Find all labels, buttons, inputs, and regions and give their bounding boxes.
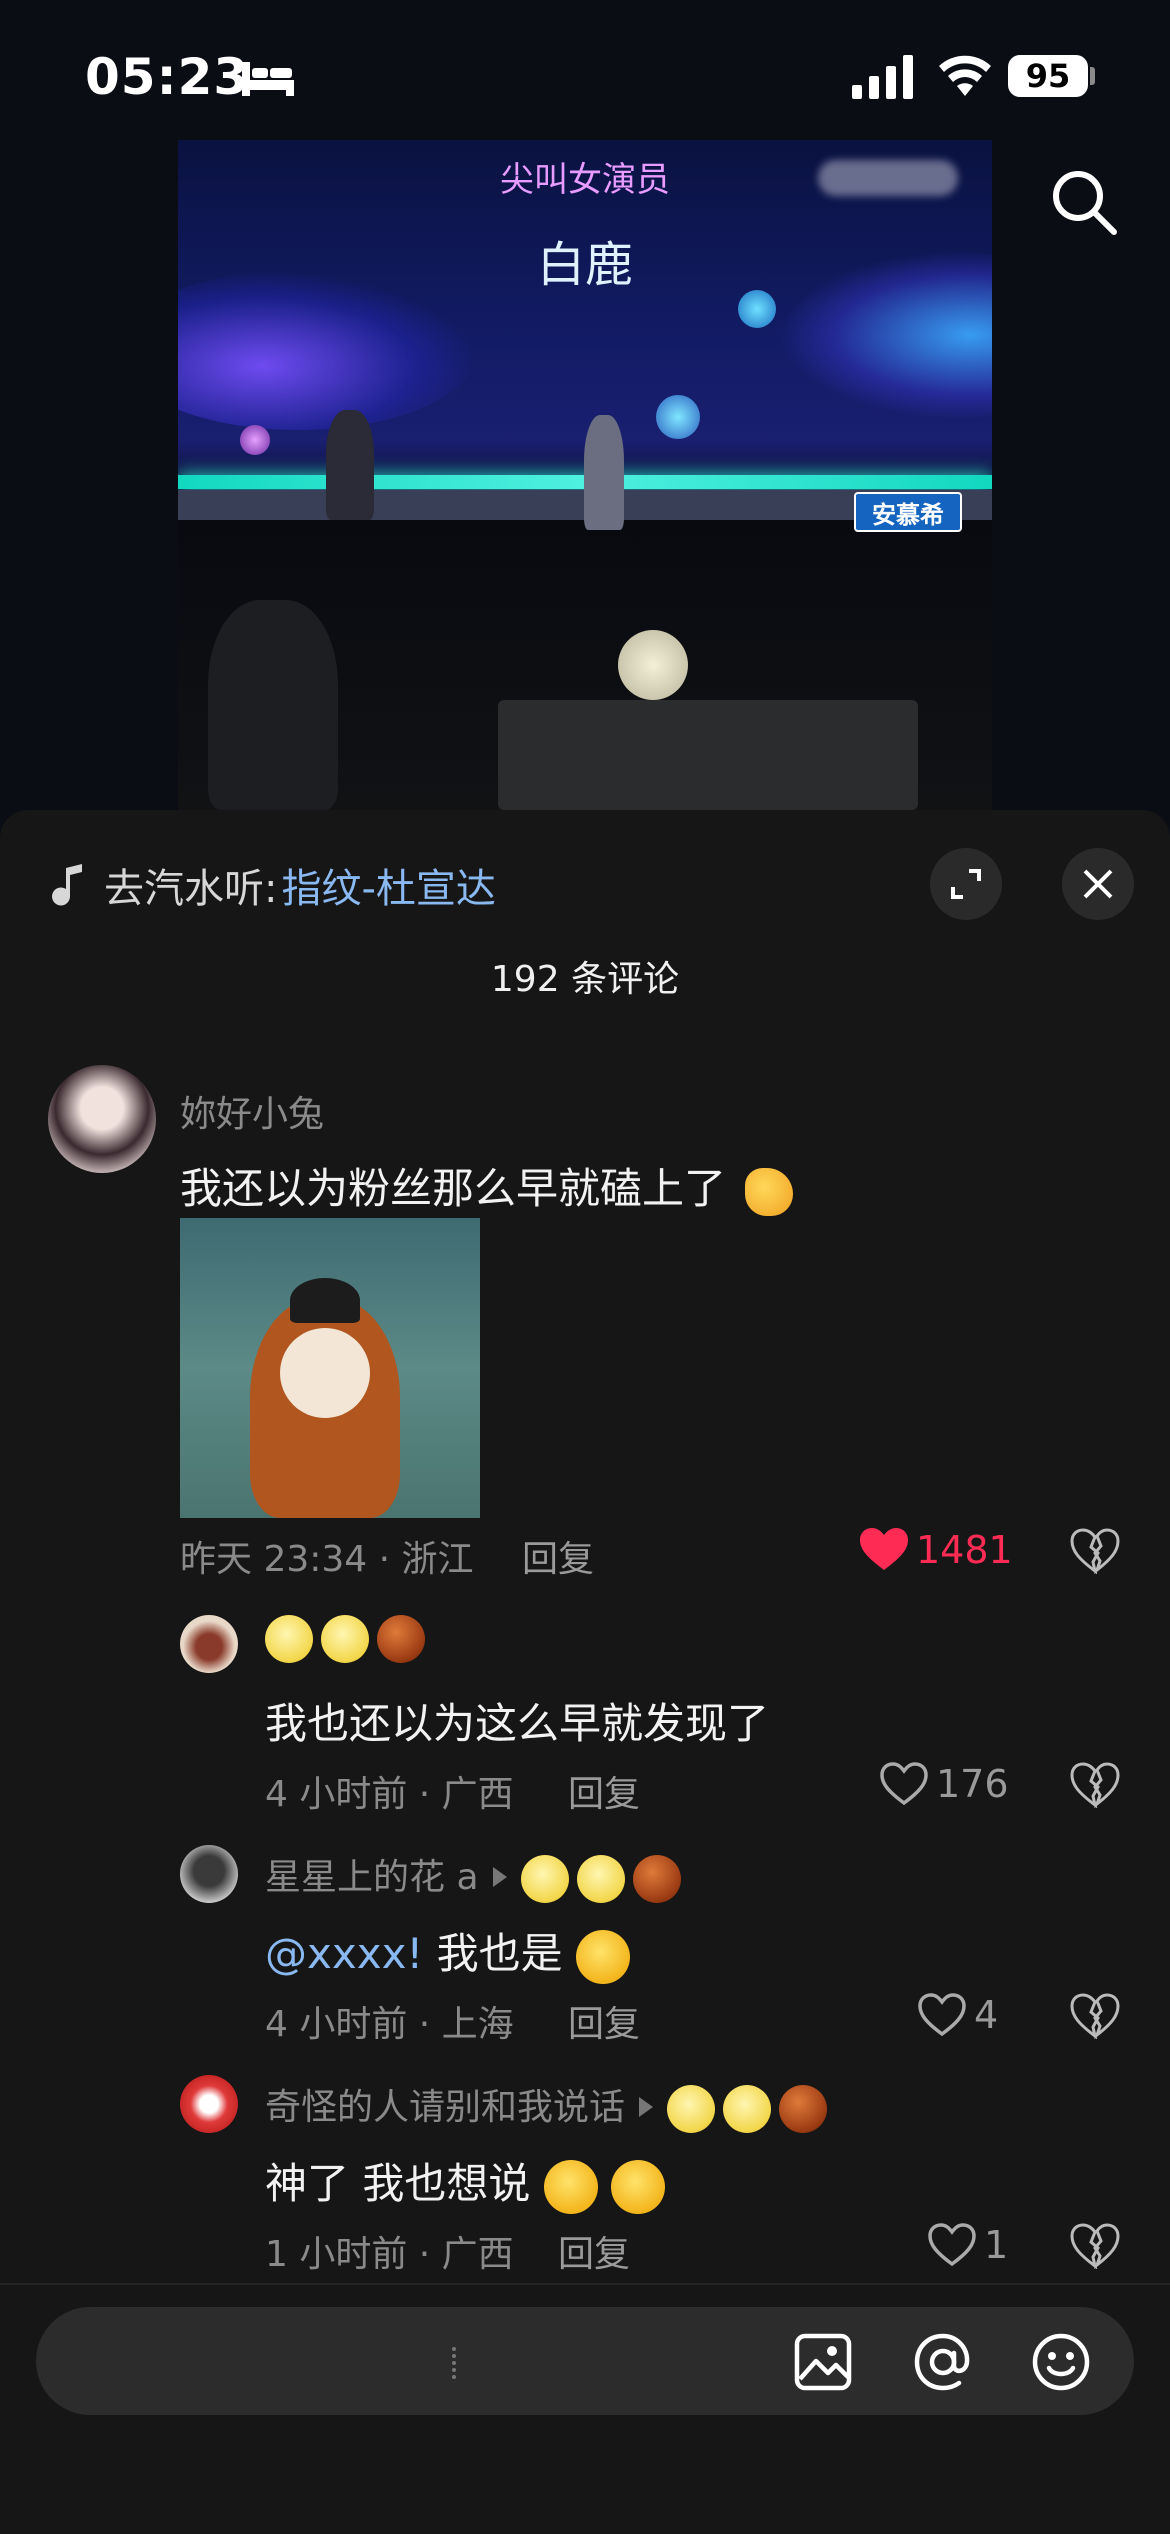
video-audience (208, 600, 338, 810)
reply-button[interactable]: 回复 (522, 1530, 594, 1582)
bed-icon (242, 62, 294, 96)
status-time: 05:23 (85, 48, 250, 106)
comment-text: 神了 我也想说 (265, 2150, 666, 2214)
close-button[interactable] (1062, 848, 1134, 920)
video-subtitle-top: 尖叫女演员 (500, 160, 670, 200)
video-player[interactable]: 尖叫女演员 白鹿 安慕希 (178, 140, 992, 810)
expand-icon (951, 869, 981, 899)
signal-icon (852, 55, 913, 99)
music-song-link[interactable]: 指纹-杜宣达 (281, 856, 495, 914)
battery-indicator: 95 (1008, 55, 1088, 97)
music-note-icon (52, 864, 82, 906)
play-arrow-icon (492, 1867, 507, 1887)
comment-sticker-image[interactable] (180, 1218, 480, 1518)
like-button[interactable]: 1 (928, 2223, 1008, 2267)
like-count: 176 (936, 1762, 1009, 1806)
sticker-bear-face (280, 1328, 370, 1418)
comment-username[interactable]: 妳好小兔 (180, 1085, 324, 1137)
avatar[interactable] (180, 2075, 238, 2133)
expand-button[interactable] (930, 848, 1002, 920)
video-subtitle-name: 白鹿 (536, 237, 633, 293)
mention-link[interactable]: @xxxx! (265, 1929, 423, 1978)
comment-sheet: 去汽水听: 指纹-杜宣达 192 条评论 妳好小兔 我还以为粉丝那么早就磕上了 … (0, 810, 1170, 2532)
comment-text-body: 我也是 (436, 1929, 563, 1978)
search-icon[interactable] (1050, 168, 1120, 238)
comment-meta: 1 小时前 · 广西 (265, 2234, 514, 2275)
moon-face-icon (321, 1615, 369, 1663)
like-button[interactable]: 176 (880, 1762, 1009, 1806)
video-performer (326, 410, 374, 520)
comment-text: 我也还以为这么早就发现了 (265, 1699, 770, 1748)
broken-heart-icon[interactable] (1070, 2223, 1120, 2269)
reply-emoji-row (265, 1615, 433, 1663)
laughing-crying-icon (611, 2159, 666, 2214)
pointing-hand-icon (745, 1167, 794, 1216)
video-performer (584, 415, 624, 530)
comment-meta: 昨天 23:34 · 浙江 (180, 1539, 474, 1580)
avatar[interactable] (48, 1065, 156, 1173)
emoji-icon[interactable] (1032, 2333, 1090, 2391)
comment-text-body: 神了 我也想说 (265, 2159, 531, 2208)
like-count: 1 (984, 2223, 1009, 2267)
comment-count: 192 条评论 (490, 959, 680, 1000)
reply-button[interactable]: 回复 (558, 2225, 630, 2277)
comment-username[interactable]: 奇怪的人请别和我说话 (265, 2087, 625, 2128)
input-cursor (452, 2347, 460, 2379)
video-flowers (618, 630, 688, 700)
like-count: 4 (974, 1993, 999, 2037)
video-table (498, 700, 918, 810)
heart-icon (928, 2223, 976, 2267)
status-bar: 05:23 95 (0, 0, 1170, 150)
video-logo-badge: 安慕希 (854, 492, 962, 532)
like-button[interactable]: 1481 (860, 1528, 1013, 1572)
comment-meta: 4 小时前 · 广西 (265, 1774, 514, 1815)
comment-input-pill[interactable] (36, 2307, 1134, 2415)
reply-button[interactable]: 回复 (568, 1765, 640, 1817)
video-planet (656, 395, 700, 439)
heart-icon (918, 1993, 966, 2037)
moon-face-icon (265, 1615, 313, 1663)
avatar[interactable] (180, 1845, 238, 1903)
chestnut-icon (779, 2085, 828, 2133)
comment-username-row: 星星上的花 a (265, 1848, 689, 1903)
play-arrow-icon (639, 2097, 654, 2117)
sticker-bear-hat (290, 1278, 360, 1323)
battery-tip (1090, 67, 1095, 85)
moon-face-icon (723, 2085, 772, 2133)
video-planet (240, 425, 270, 455)
like-button[interactable]: 4 (918, 1993, 998, 2037)
comment-username[interactable]: 星星上的花 a (265, 1857, 479, 1898)
comment-meta: 4 小时前 · 上海 (265, 2004, 514, 2045)
broken-heart-icon[interactable] (1070, 1762, 1120, 1808)
comment-username-row: 奇怪的人请别和我说话 (265, 2078, 835, 2133)
broken-heart-icon[interactable] (1070, 1528, 1120, 1574)
image-icon[interactable] (794, 2333, 852, 2391)
comment-input-bar (0, 2283, 1170, 2534)
laughing-crying-icon (576, 1929, 630, 1984)
avatar[interactable] (180, 1615, 238, 1673)
music-prefix: 去汽水听: (104, 866, 278, 912)
video-planet (738, 290, 776, 328)
laughing-crying-icon (543, 2159, 598, 2214)
close-icon (1083, 869, 1113, 899)
moon-face-icon (576, 1855, 625, 1903)
reply-button[interactable]: 回复 (568, 1995, 640, 2047)
wifi-icon (939, 55, 991, 96)
moon-face-icon (667, 2085, 716, 2133)
chestnut-icon (377, 1615, 425, 1663)
at-icon[interactable] (914, 2333, 972, 2391)
heart-icon (860, 1528, 908, 1570)
heart-icon (880, 1762, 928, 1806)
chestnut-icon (632, 1855, 681, 1903)
comment-text-body: 我还以为粉丝那么早就磕上了 (180, 1164, 727, 1213)
like-count: 1481 (916, 1528, 1013, 1572)
moon-face-icon (520, 1855, 569, 1903)
broken-heart-icon[interactable] (1070, 1993, 1120, 2039)
comment-text: 我还以为粉丝那么早就磕上了 (180, 1155, 794, 1216)
comment-input[interactable] (76, 2327, 780, 2397)
comment-text: @xxxx! 我也是 (265, 1920, 630, 1984)
music-link-row[interactable]: 去汽水听: 指纹-杜宣达 (52, 855, 496, 915)
